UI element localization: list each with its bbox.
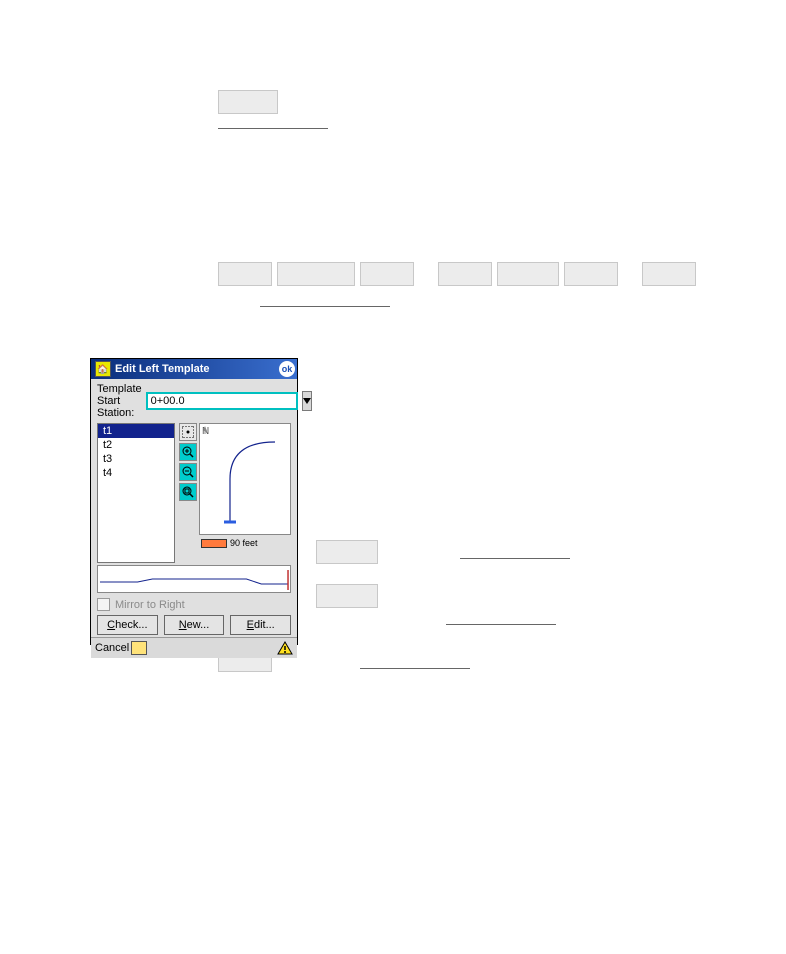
check-button[interactable]: Check... xyxy=(97,615,158,635)
zoom-in-icon xyxy=(182,446,194,458)
ghost-line xyxy=(460,558,570,559)
station-label: Template Start Station: xyxy=(97,383,142,419)
zoom-window-button[interactable] xyxy=(179,483,197,501)
plan-view-graphic xyxy=(200,424,290,534)
dialog-title: Edit Left Template xyxy=(115,363,210,375)
mirror-checkbox[interactable] xyxy=(97,598,110,611)
scale-text: 90 feet xyxy=(230,538,258,548)
profile-graphic xyxy=(98,566,290,592)
edit-button-hotkey: E xyxy=(247,619,254,631)
station-label-line1: Template Start xyxy=(97,383,142,407)
ghost-button xyxy=(218,262,272,286)
ok-button[interactable]: ok xyxy=(279,361,295,377)
button-row: Check... New... Edit... xyxy=(91,613,297,637)
template-listbox[interactable]: t1 t2 t3 t4 xyxy=(97,423,175,563)
list-item[interactable]: t2 xyxy=(98,438,174,452)
tool-column xyxy=(179,423,197,535)
ghost-button xyxy=(642,262,696,286)
station-dropdown-button[interactable] xyxy=(302,391,312,411)
titlebar: 🏠 Edit Left Template ok xyxy=(91,359,297,379)
preview-top: N xyxy=(179,423,291,535)
ghost-button xyxy=(218,90,278,114)
scale-bar-icon xyxy=(201,539,227,548)
chevron-down-icon xyxy=(303,398,311,404)
zoom-out-icon xyxy=(182,466,194,478)
edit-left-template-dialog: 🏠 Edit Left Template ok Template Start S… xyxy=(90,358,298,645)
check-button-rest: heck... xyxy=(115,619,147,631)
ghost-line xyxy=(260,306,390,307)
plan-view[interactable]: N xyxy=(199,423,291,535)
new-button-rest: ew... xyxy=(187,619,210,631)
warning-icon[interactable] xyxy=(277,641,293,655)
ghost-button xyxy=(564,262,618,286)
ghost-line xyxy=(218,128,328,129)
ghost-button xyxy=(438,262,492,286)
ghost-button xyxy=(360,262,414,286)
list-item[interactable]: t4 xyxy=(98,466,174,480)
keyboard-icon xyxy=(131,641,147,655)
ghost-button xyxy=(316,584,378,608)
mid-area: t1 t2 t3 t4 xyxy=(91,423,297,563)
station-label-line2: Station: xyxy=(97,407,134,419)
bottom-bar: Cancel xyxy=(91,637,297,658)
zoom-window-icon xyxy=(182,486,194,498)
list-item[interactable]: t1 xyxy=(98,424,174,438)
new-button-hotkey: N xyxy=(179,619,187,631)
edit-button[interactable]: Edit... xyxy=(230,615,291,635)
app-icon: 🏠 xyxy=(95,361,111,377)
check-button-hotkey: C xyxy=(107,619,115,631)
zoom-extents-icon xyxy=(182,426,194,438)
zoom-in-button[interactable] xyxy=(179,443,197,461)
mirror-label: Mirror to Right xyxy=(115,599,185,611)
edit-button-rest: dit... xyxy=(254,619,275,631)
station-row: Template Start Station: xyxy=(91,379,297,423)
list-item[interactable]: t3 xyxy=(98,452,174,466)
profile-view[interactable] xyxy=(97,565,291,593)
ghost-button xyxy=(316,540,378,564)
ghost-button xyxy=(277,262,355,286)
cancel-button[interactable]: Cancel xyxy=(95,641,147,655)
preview-column: N 90 feet xyxy=(179,423,291,563)
scale-row: 90 feet xyxy=(179,537,291,549)
zoom-extents-button[interactable] xyxy=(179,423,197,441)
station-input[interactable] xyxy=(146,392,298,410)
new-button[interactable]: New... xyxy=(164,615,225,635)
mirror-row: Mirror to Right xyxy=(91,593,297,613)
zoom-out-button[interactable] xyxy=(179,463,197,481)
cancel-label: Cancel xyxy=(95,642,129,654)
ghost-line xyxy=(360,668,470,669)
ghost-line xyxy=(446,624,556,625)
ghost-button xyxy=(497,262,559,286)
